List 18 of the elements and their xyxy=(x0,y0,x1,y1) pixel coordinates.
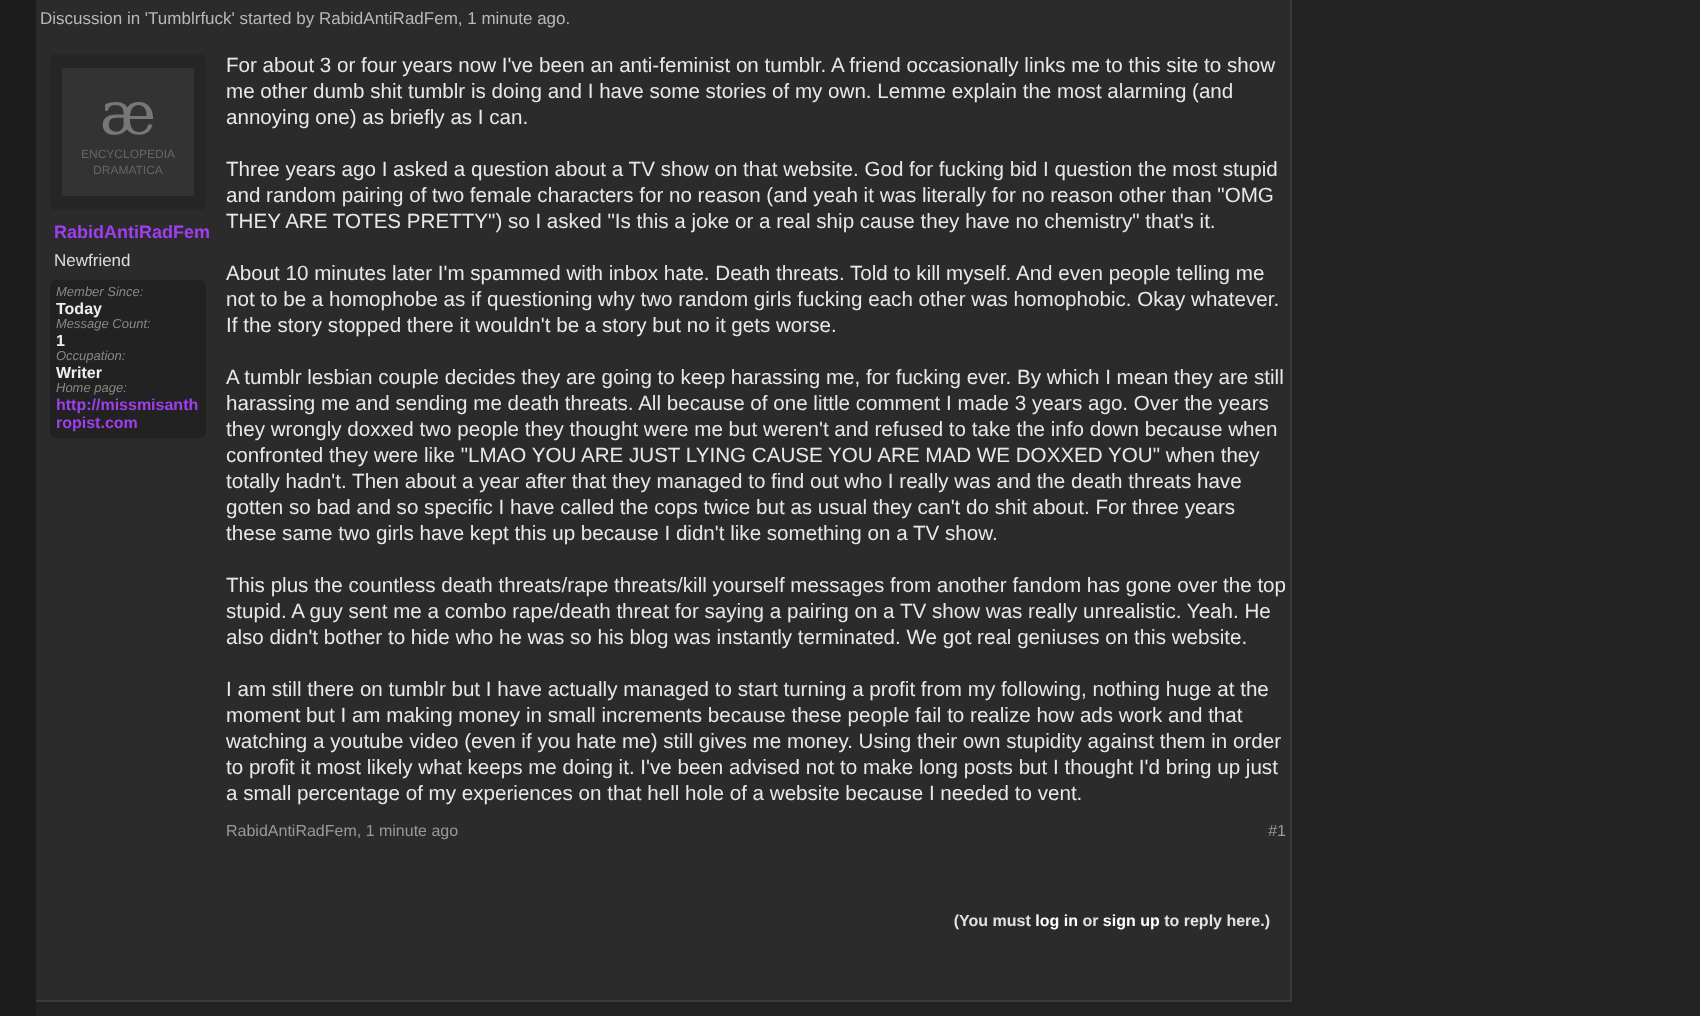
thread-info: Discussion in 'Tumblrfuck' started by RabidAntiRadFem, 1 minute ago. xyxy=(38,6,573,28)
post-paragraph: Three years ago I asked a question about a TV show on that website. God for fucking bid I question the most stupid and random pairing of two female characters for no reason (and yeah it was literally for no reason other than "OMG THEY ARE TOTES PRETTY") so I asked "Is this a joke or a real ship cause they have no chemistry" that's it. xyxy=(226,158,1280,236)
post-paragraph: For about 3 or four years now I've been an anti-feminist on tumblr. A friend occasionally links me to this site to show me other dumb shit tumblr is doing and I have some stories of my own. Lemme explain the most alarming (and annoying one) as briefly as I can. xyxy=(226,54,1278,132)
post-meta: RabidAntiRadFem, 1 minute ago xyxy=(226,822,459,840)
auth-link[interactable]: sign up xyxy=(1102,912,1160,930)
info-value: Writer xyxy=(56,364,104,382)
post-paragraph: This plus the countless death threats/rape threats/kill yourself messages from another fandom has gone over the top stupid. A guy sent me a combo rape/death threat for saying a pairing on a TV show was really unrealistic. Yeah. He also didn't bother to hide who he was so his blog was instantly terminated. We got real geniuses on this website. xyxy=(226,574,1286,652)
username-link[interactable]: RabidAntiRadFem xyxy=(50,222,206,242)
info-value: 1 xyxy=(56,332,67,350)
post-paragraph: A tumblr lesbian couple decides they are going to keep harassing me, for fucking ever. By which I mean they are still harassing me and sending me death threats. All because of one little comment I made 3 years ago. Over the years they wrongly doxxed two people they thought were me but weren't and refused to take the info down because when confronted they were like "LMAO YOU ARE JUST LYING CAUSE YOU ARE MAD WE DOXXED YOU" when they totally hadn't. Then about a year after that they managed to find out who I really was and the death threats have gotten so bad and so specific I have called the cops twice but as usual they can't do shit about. For three years these same two girls have kept this up because I didn't like something on a TV show. xyxy=(226,366,1286,548)
reply-note: (You must log in or sign up to reply here.) xyxy=(953,912,1270,930)
auth-link[interactable]: log in xyxy=(1035,912,1078,930)
info-value: Today xyxy=(56,300,104,318)
homepage-link[interactable]: http://missmisanthropist.com xyxy=(56,396,200,432)
post-paragraph: I am still there on tumblr but I have actually managed to start turning a profit from my following, nothing huge at the moment but I am making money in small increments because these people fail to realize how ads work and that watching a youtube video (even if you hate me) still gives me money. Using their own stupidity against them in order to profit it most likely what keeps me doing it. I've been advised not to make long posts but I thought I'd bring up just a small percentage of my experiences on that hell hole of a website because I needed to vent. xyxy=(226,678,1284,808)
post-paragraph: About 10 minutes later I'm spammed with inbox hate. Death threats. Told to kill myself. And even people telling me not to be a homophobe as if questioning why two random girls fucking each other was homophobic. Okay whatever. If the story stopped there it wouldn't be a story but no it gets worse. xyxy=(226,262,1282,340)
post-number-link[interactable]: #1 xyxy=(1268,822,1286,840)
user-title: Newfriend xyxy=(52,250,133,270)
